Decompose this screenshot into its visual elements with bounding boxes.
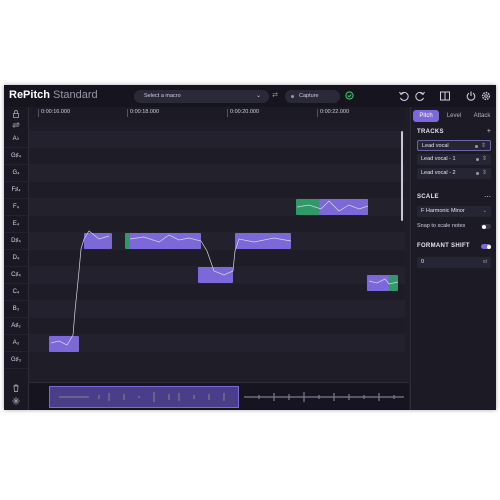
more-options-icon[interactable]: ⋯ [484, 193, 491, 201]
macro-select[interactable]: Select a macro ⌄ [134, 90, 269, 103]
undo-icon[interactable] [398, 90, 410, 102]
tab-level[interactable]: Level [441, 110, 467, 122]
note-key: E₄ [4, 216, 28, 233]
track-item[interactable]: Lead vocal ⇕ [417, 140, 491, 151]
formant-input[interactable]: 0 st [417, 257, 491, 268]
pitch-contour [50, 200, 399, 346]
formant-heading: FORMANT SHIFT [417, 243, 470, 249]
pitch-editor-grid[interactable] [29, 121, 405, 357]
scale-value: F Harmonic Minor [421, 208, 465, 214]
overview-waveform [59, 392, 404, 402]
note-key: B₃ [4, 301, 28, 318]
ruler-tick-line [38, 109, 39, 117]
tab-attack[interactable]: Attack [469, 110, 495, 122]
track-dot-icon [475, 145, 478, 148]
note-key: C♯₄ [4, 267, 28, 284]
capture-swap-icon[interactable]: ⇄ [270, 91, 280, 101]
scale-select[interactable]: F Harmonic Minor ⌄ [417, 206, 491, 217]
capture-label: Capture [299, 93, 319, 99]
snap-toggle[interactable] [481, 224, 491, 229]
formant-unit: st [482, 259, 487, 265]
power-icon[interactable] [465, 90, 477, 102]
track-label: Lead vocal [422, 143, 449, 149]
vertical-scroll-thumb[interactable] [401, 131, 403, 221]
track-dot-icon [476, 158, 479, 161]
macro-select-label: Select a macro [144, 93, 181, 99]
ruler-tick-line [127, 109, 128, 117]
ruler-tick: 0:00:16.000 [41, 109, 71, 115]
tab-pitch[interactable]: Pitch [413, 110, 439, 122]
capture-button[interactable]: Capture [285, 90, 340, 103]
track-more-icon[interactable]: ⇕ [482, 168, 487, 179]
app-title: RePitch Standard [9, 89, 98, 101]
ruler-tick-line [227, 109, 228, 117]
scale-heading: SCALE [417, 194, 439, 200]
loop-icon[interactable] [11, 120, 21, 130]
track-label: Lead vocal - 1 [421, 156, 456, 162]
toggle-knob [481, 224, 486, 229]
ruler-tick-line [317, 109, 318, 117]
note-key: A♯₃ [4, 318, 28, 335]
tracks-heading: TRACKS [417, 129, 444, 135]
note-key: F₄ [4, 199, 28, 216]
note-key: D₄ [4, 250, 28, 267]
status-check-icon [345, 91, 354, 100]
note-key: G♯₃ [4, 352, 28, 369]
track-dot-icon [476, 172, 479, 175]
track-label: Lead vocal - 2 [421, 170, 456, 176]
ruler-tick: 0:00:18.000 [130, 109, 160, 115]
toggle-knob [486, 244, 491, 249]
snap-label: Snap to scale notes [417, 223, 466, 229]
panel-toggle-icon[interactable] [439, 90, 451, 102]
redo-icon[interactable] [414, 90, 426, 102]
waveform-overview[interactable] [29, 382, 409, 410]
ruler-tick: 0:00:22.000 [320, 109, 350, 115]
track-item[interactable]: Lead vocal - 2 ⇕ [417, 168, 491, 179]
app-title-bold: RePitch [9, 89, 50, 101]
repitch-window: RePitch Standard Select a macro ⌄ ⇄ Captu… [4, 85, 496, 410]
formant-toggle[interactable] [481, 244, 491, 249]
chevron-down-icon: ⌄ [482, 208, 487, 214]
note-key: D♯₄ [4, 233, 28, 250]
plus-icon[interactable]: + [487, 128, 491, 135]
record-dot-icon [291, 95, 294, 98]
note-key: C₄ [4, 284, 28, 301]
title-bar: RePitch Standard Select a macro ⌄ ⇄ Captu… [4, 85, 496, 107]
app-title-edition: Standard [49, 89, 98, 101]
chevron-down-icon: ⌄ [255, 93, 261, 99]
note-key: A♭ [4, 131, 28, 148]
formant-value: 0 [421, 259, 425, 265]
ruler-tick: 0:00:20.000 [230, 109, 260, 115]
track-more-icon[interactable]: ⇕ [482, 154, 487, 165]
note-key: G₄ [4, 165, 28, 182]
note-key: G♯₄ [4, 148, 28, 165]
sparkle-icon[interactable] [11, 396, 21, 406]
lock-icon[interactable] [11, 109, 21, 119]
trash-icon[interactable] [11, 383, 21, 393]
settings-gear-icon[interactable] [480, 90, 492, 102]
note-key: A₃ [4, 335, 28, 352]
track-item[interactable]: Lead vocal - 1 ⇕ [417, 154, 491, 165]
note-key: F♯₄ [4, 182, 28, 199]
timeline-ruler[interactable]: 0:00:16.000 0:00:18.000 0:00:20.000 0:00… [29, 107, 405, 122]
inspector-panel: Pitch Level Attack TRACKS + Lead vocal ⇕ … [410, 107, 496, 410]
track-more-icon[interactable]: ⇕ [481, 141, 486, 152]
note-sidebar: A♭ G♯₄ G₄ F♯₄ F₄ E₄ D♯₄ D₄ C♯₄ C₄ B₃ A♯₃… [4, 107, 29, 410]
